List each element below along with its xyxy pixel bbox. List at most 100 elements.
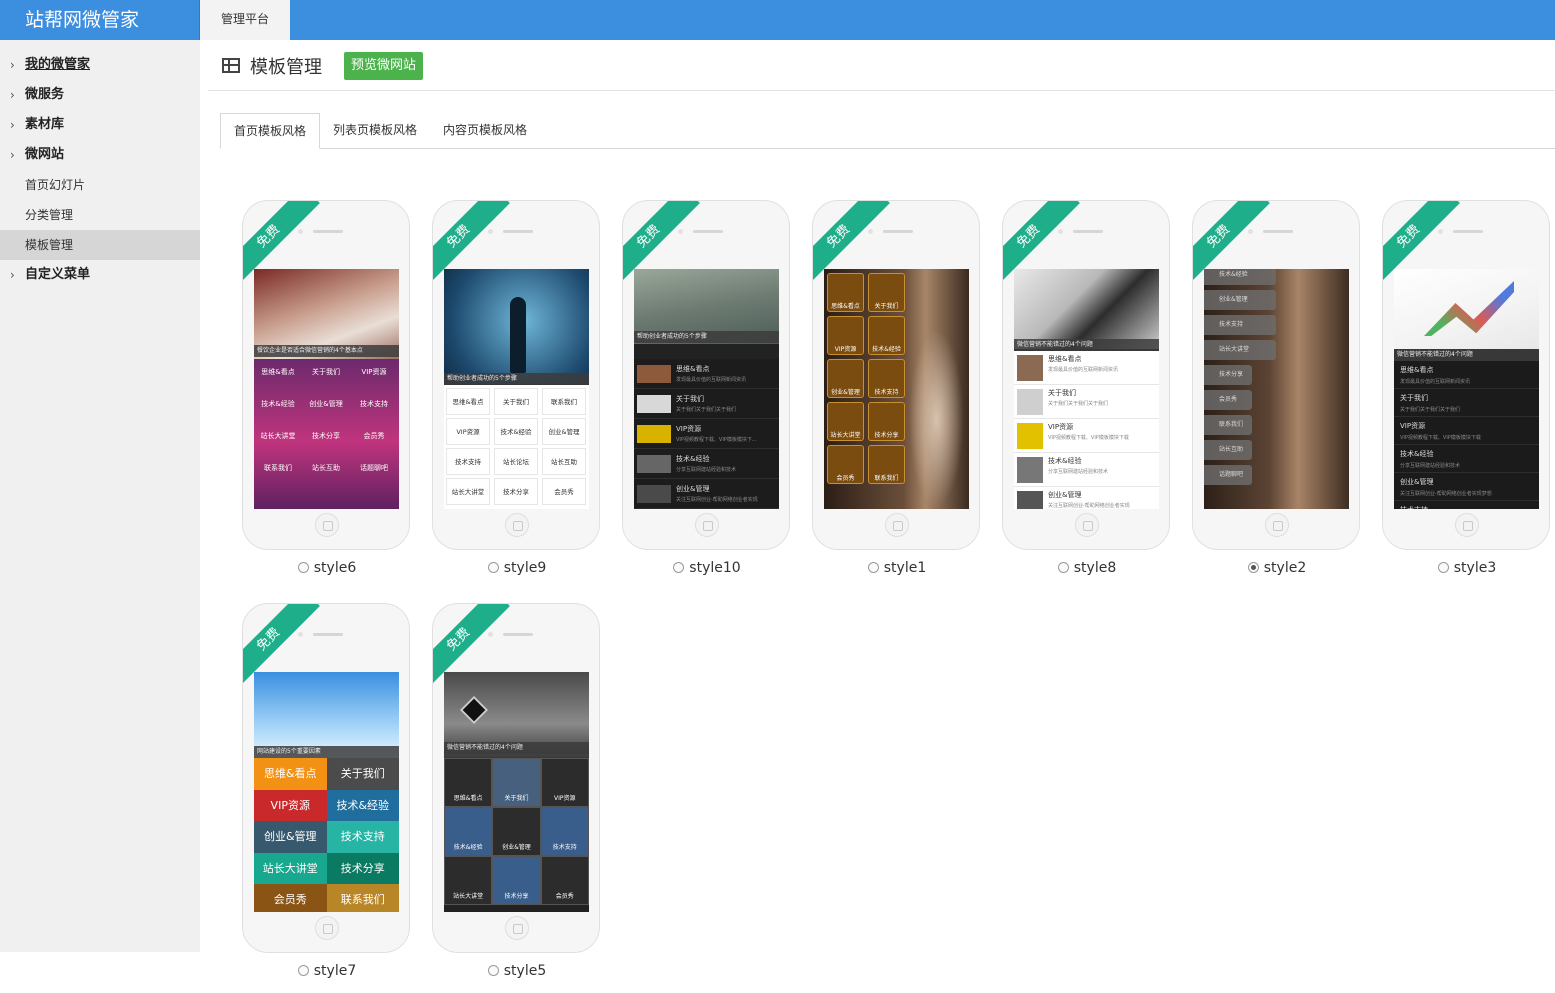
phone-frame: 帮助创业者成功的5个步骤 思维&看点 关于我们 联系我们 VIP资源 技术&经验 创业&管理… xyxy=(432,200,600,550)
template-option[interactable]: style10 xyxy=(622,560,792,576)
tab-home-style[interactable]: 首页模板风格 xyxy=(220,113,321,149)
menu-tile: 关于我们 xyxy=(492,758,541,807)
template-radio[interactable] xyxy=(1247,562,1259,573)
template-card[interactable]: 思维&看点 关于我们 VIP资源 技术&经验 创业&管理 技术支持 站长大讲堂 技术分享 会员秀… xyxy=(812,200,982,590)
template-option[interactable]: style8 xyxy=(1002,560,1172,576)
menu-cell: 技术分享 xyxy=(494,478,538,505)
menu-cell: 技术&经验 xyxy=(494,418,538,445)
template-option[interactable]: style2 xyxy=(1192,560,1362,576)
template-radio[interactable] xyxy=(1057,562,1069,573)
sidebar-item-templates[interactable]: 模板管理 xyxy=(0,230,200,260)
template-card[interactable]: 帮助创业者成功的5个步骤 思维&看点 发现最具价值的互联网新闻资讯 关于我们 关于我们关… xyxy=(622,200,792,590)
list-item: 关于我们 关于我们关于我们关于我们 xyxy=(1014,385,1159,419)
template-card[interactable]: 微信营销不能错过的4个问题 思维&看点 关于我们 VIP资源 技术&经验 创业&管理 技术支… xyxy=(432,603,602,993)
menu-cell: VIP资源 xyxy=(361,368,387,376)
template-preview-screen[interactable]: 微信营销不能错过的4个问题 思维&看点 关于我们 VIP资源 技术&经验 创业&管理 技术支… xyxy=(444,672,589,912)
list-item: 思维&看点发现最具价值的互联网新闻资讯 xyxy=(1014,351,1159,385)
speaker-icon xyxy=(313,230,343,233)
article-thumbnail xyxy=(637,485,671,503)
list-item-title: 关于我们 xyxy=(676,395,704,403)
menu-cell: 技术支持 xyxy=(446,448,490,475)
list-item-desc: 发现最具价值的互联网新闻资讯 xyxy=(1048,367,1119,373)
menu-tile: 技术支持 xyxy=(868,359,905,398)
template-preview-screen[interactable]: 微信营销不能错过的4个问题 思维&看点 发现最具价值的互联网新闻资讯 关于我们 关于我们… xyxy=(1014,269,1159,509)
camera-icon xyxy=(488,632,493,637)
tab-content-style[interactable]: 内容页模板风格 xyxy=(430,113,540,149)
tab-management-platform[interactable]: 管理平台 xyxy=(200,0,290,40)
menu-tile: 技术分享 xyxy=(326,852,399,884)
template-preview-screen[interactable]: 思维&看点 关于我们 VIP资源 技术&经验 创业&管理 技术支持 站长大讲堂 技术分享 会员秀… xyxy=(824,269,969,509)
template-preview-screen[interactable]: 网站建设的5个重要因素 思维&看点 关于我们 VIP资源 技术&经验 创业&管理 技术支持站… xyxy=(254,672,399,912)
list-item-desc: VIP视频教程下载、VIP模板模块下... xyxy=(676,437,757,443)
menu-tile: 技术&经验 xyxy=(326,789,399,821)
list-item-desc: 关于我们关于我们关于我们 xyxy=(1048,401,1109,407)
template-preview-screen[interactable]: 帮助创业者成功的5个步骤 思维&看点 关于我们 联系我们 VIP资源 技术&经验 创业&管理… xyxy=(444,269,589,509)
list-item: 创业&管理 关注互联网创业-帮助网络创业者实现 xyxy=(1014,487,1159,509)
template-option[interactable]: style5 xyxy=(432,963,602,979)
template-option[interactable]: style9 xyxy=(432,560,602,576)
preview-site-button[interactable]: 预览微网站 xyxy=(344,52,424,80)
list-item-desc: 发现最具价值的互联网新闻资讯 xyxy=(676,377,747,383)
menu-grid: 思维&看点 关于我们 联系我们 VIP资源 技术&经验 创业&管理 技术支持 站长论坛 站长互助… xyxy=(444,385,589,509)
template-card[interactable]: 微信营销不能错过的4个问题 思维&看点 发现最具价值的互联网新闻资讯 关于我们 关于我们… xyxy=(1382,200,1552,590)
sidebar-item-categories[interactable]: 分类管理 xyxy=(0,200,200,230)
phone-frame: 微信营销不能错过的4个问题 思维&看点 发现最具价值的互联网新闻资讯 关于我们 关于我们… xyxy=(1382,200,1550,550)
sidebar-item-my-dashboard[interactable]: › 我的微管家 xyxy=(0,50,200,80)
template-radio[interactable] xyxy=(297,965,309,976)
template-radio[interactable] xyxy=(487,562,499,573)
list-item: 创业&管理 关注互联网创业-帮助网络创业者实现梦想 xyxy=(1394,473,1539,501)
menu-cell: 关于我们 xyxy=(312,368,340,376)
camera-icon xyxy=(1438,229,1443,234)
template-radio[interactable] xyxy=(297,562,309,573)
template-preview-screen[interactable]: 帮助创业者成功的5个步骤 思维&看点 发现最具价值的互联网新闻资讯 关于我们 关于我们关… xyxy=(634,269,779,509)
template-preview-screen[interactable]: 餐饮企业是否适合微信营销的4个基本点 思维&看点 关于我们 VIP资源 技术&经验 创业&… xyxy=(254,269,399,509)
sidebar-item-micro-site[interactable]: › 微网站 xyxy=(0,140,200,170)
list-item-title: 创业&管理 xyxy=(1400,478,1434,486)
template-radio[interactable] xyxy=(673,562,685,573)
template-preview-screen[interactable]: 微信营销不能错过的4个问题 思维&看点 发现最具价值的互联网新闻资讯 关于我们 关于我们… xyxy=(1394,269,1539,509)
template-card[interactable]: 网站建设的5个重要因素 思维&看点 关于我们 VIP资源 技术&经验 创业&管理 技术支持站… xyxy=(242,603,412,993)
template-name: style7 xyxy=(313,963,357,979)
template-preview-screen[interactable]: 技术&经验 创业&管理 技术支持 站长大讲堂 技术分享 会员秀 联系我们 站长互助 话题聊吧 xyxy=(1204,269,1349,509)
template-option[interactable]: style6 xyxy=(242,560,412,576)
sidebar-item-media-library[interactable]: › 素材库 xyxy=(0,110,200,140)
menu-tile: 创业&管理 xyxy=(827,359,864,398)
list-item: VIP资源 VIP视频教程下载、VIP模板模块下载 xyxy=(1394,417,1539,445)
menu-cell: 关于我们 xyxy=(494,388,538,415)
template-option[interactable]: style7 xyxy=(242,963,412,979)
menu-tile: 创业&管理 xyxy=(492,807,541,856)
list-item-title: 技术&经验 xyxy=(676,455,710,463)
menu-cell: VIP资源 xyxy=(446,418,490,445)
template-option[interactable]: style3 xyxy=(1382,560,1552,576)
template-name: style2 xyxy=(1263,560,1307,576)
menu-tile: 技术分享 xyxy=(492,856,541,905)
menu-tab: 站长大讲堂 xyxy=(1204,340,1276,360)
tab-list-style[interactable]: 列表页模板风格 xyxy=(320,113,430,149)
list-item-title: VIP资源 xyxy=(676,425,702,433)
template-option[interactable]: style1 xyxy=(812,560,982,576)
template-card[interactable]: 微信营销不能错过的4个问题 思维&看点 发现最具价值的互联网新闻资讯 关于我们 关于我们… xyxy=(1002,200,1172,590)
template-name: style6 xyxy=(313,560,357,576)
sidebar-item-custom-menu[interactable]: › 自定义菜单 xyxy=(0,260,200,290)
sidebar-item-home-slides[interactable]: 首页幻灯片 xyxy=(0,170,200,200)
menu-tile: 技术支持 xyxy=(326,821,399,853)
menu-cell: 思维&看点 xyxy=(261,368,295,376)
camera-icon xyxy=(868,229,873,234)
sidebar-item-label: 微服务 xyxy=(25,87,65,102)
template-radio[interactable] xyxy=(487,965,499,976)
template-card[interactable]: 餐饮企业是否适合微信营销的4个基本点 思维&看点 关于我们 VIP资源 技术&经验 创业&… xyxy=(242,200,412,590)
sidebar-item-micro-services[interactable]: › 微服务 xyxy=(0,80,200,110)
list-item-desc: 关于我们关于我们关于我们 xyxy=(1400,407,1461,413)
list-item-title: 思维&看点 xyxy=(1048,355,1082,363)
speaker-icon xyxy=(313,633,343,636)
home-button-icon xyxy=(1265,513,1289,537)
brand-logo[interactable]: 站帮网微管家 xyxy=(0,0,200,40)
list-item-desc: 分享互联网建站经验和技术 xyxy=(1048,469,1109,475)
template-radio[interactable] xyxy=(1437,562,1449,573)
template-card[interactable]: 帮助创业者成功的5个步骤 思维&看点 关于我们 联系我们 VIP资源 技术&经验 创业&管理… xyxy=(432,200,602,590)
template-radio[interactable] xyxy=(867,562,879,573)
template-card[interactable]: 技术&经验 创业&管理 技术支持 站长大讲堂 技术分享 会员秀 联系我们 站长互助 话题聊吧 免费… xyxy=(1192,200,1362,590)
speaker-icon xyxy=(503,633,533,636)
template-name: style1 xyxy=(883,560,927,576)
sidebar: › 我的微管家 › 微服务 › 素材库 › 微网站 首页幻灯片 分类管理 模板管理 › 自… xyxy=(0,40,200,952)
